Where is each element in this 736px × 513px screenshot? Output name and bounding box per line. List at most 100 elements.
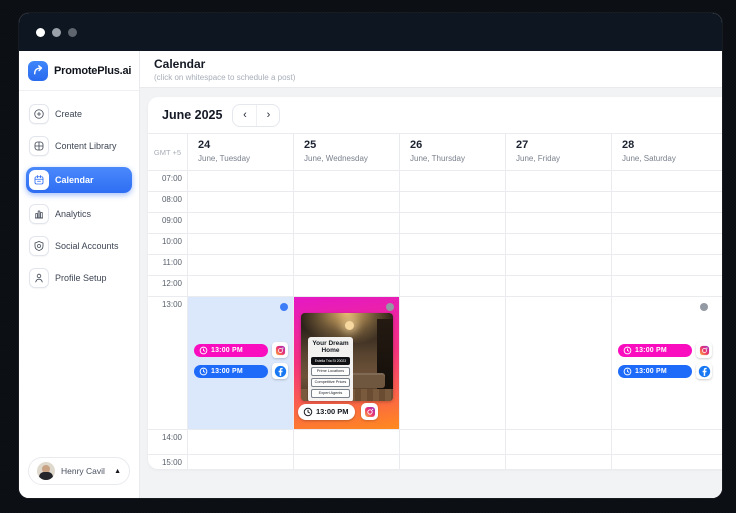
calendar-card: June 2025 ‹ › GMT +5 24 June, Tuesd xyxy=(148,97,722,469)
calendar-cell[interactable] xyxy=(611,234,722,254)
calendar-cell[interactable] xyxy=(187,430,293,454)
event-pill-instagram[interactable]: 13:00 PM xyxy=(194,344,268,357)
facebook-icon[interactable] xyxy=(696,363,712,379)
day-header-27: 27 June, Friday xyxy=(505,134,611,170)
calendar-cell[interactable] xyxy=(187,255,293,275)
calendar-cell[interactable] xyxy=(611,255,722,275)
calendar-cell[interactable] xyxy=(399,213,505,233)
scheduled-dot-icon xyxy=(386,303,394,311)
calendar-cell-tuesday-1300[interactable]: 13:00 PM 1 xyxy=(187,297,293,429)
calendar-cell[interactable] xyxy=(399,276,505,296)
sidebar-item-analytics[interactable]: Analytics xyxy=(26,203,132,225)
calendar-cell[interactable] xyxy=(611,171,722,191)
calendar-cell[interactable] xyxy=(187,276,293,296)
calendar-cell[interactable] xyxy=(399,297,505,429)
prev-month-button[interactable]: ‹ xyxy=(233,105,256,126)
calendar-cell[interactable] xyxy=(505,234,611,254)
time-row-0800: 08:00 xyxy=(148,191,722,212)
calendar-cell[interactable] xyxy=(293,234,399,254)
next-month-button[interactable]: › xyxy=(256,105,279,126)
calendar-cell[interactable] xyxy=(399,171,505,191)
window-control-dot-1[interactable] xyxy=(36,28,45,37)
calendar-cell[interactable] xyxy=(505,297,611,429)
event-row: 13:00 PM xyxy=(194,342,288,358)
event-pill-facebook[interactable]: 13:00 PM xyxy=(618,365,692,378)
calendar-cell[interactable] xyxy=(187,192,293,212)
window-control-dot-3[interactable] xyxy=(68,28,77,37)
instagram-icon[interactable] xyxy=(272,342,288,358)
event-pill-time[interactable]: 13:00 PM xyxy=(298,404,355,420)
month-nav: ‹ › xyxy=(232,104,280,127)
calendar-cell[interactable] xyxy=(505,455,611,469)
time-label: 11:00 xyxy=(148,255,187,275)
time-label: 07:00 xyxy=(148,171,187,191)
post-address-badge: Estella Tria St 20023 xyxy=(311,357,350,365)
calendar-cell[interactable] xyxy=(611,192,722,212)
logo-arrow-icon xyxy=(28,61,48,81)
calendar-cell[interactable] xyxy=(293,455,399,469)
time-row-1200: 12:00 xyxy=(148,275,722,296)
sidebar-item-create[interactable]: Create xyxy=(26,103,132,125)
sidebar-item-profile-setup[interactable]: Profile Setup xyxy=(26,267,132,289)
calendar-cell-saturday-1300[interactable]: 13:00 PM 1 xyxy=(611,297,722,429)
calendar-cell[interactable] xyxy=(505,276,611,296)
day-header-25: 25 June, Wednesday xyxy=(293,134,399,170)
post-feature: Expert Agents xyxy=(311,389,350,398)
sidebar-item-label: Calendar xyxy=(55,175,94,185)
calendar-cell[interactable] xyxy=(293,213,399,233)
event-pill-instagram[interactable]: 13:00 PM xyxy=(618,344,692,357)
calendar-cell[interactable] xyxy=(399,234,505,254)
calendar-cell[interactable] xyxy=(293,276,399,296)
calendar-cell[interactable] xyxy=(187,234,293,254)
time-row-1300: 13:00 13:00 PM xyxy=(148,296,722,429)
time-label: 15:00 xyxy=(148,455,187,469)
event-pill-facebook[interactable]: 13:00 PM xyxy=(194,365,268,378)
event-stack: 13:00 PM 1 xyxy=(194,342,288,379)
time-label: 09:00 xyxy=(148,213,187,233)
app-window: PromotePlus.ai Create xyxy=(19,13,722,498)
sidebar-item-calendar[interactable]: Calendar xyxy=(26,167,132,193)
clock-icon xyxy=(199,346,208,355)
post-overlay-card: Your Dream Home Estella Tria St 20023 Pr… xyxy=(308,337,353,401)
calendar-cell[interactable] xyxy=(611,276,722,296)
sidebar-item-content-library[interactable]: Content Library xyxy=(26,135,132,157)
calendar-cell[interactable] xyxy=(611,213,722,233)
time-row-1500: 15:00 xyxy=(148,454,722,469)
post-preview-image[interactable]: Your Dream Home Estella Tria St 20023 Pr… xyxy=(301,313,393,401)
time-row-0700: 07:00 xyxy=(148,170,722,191)
calendar-cell[interactable] xyxy=(187,213,293,233)
time-label: 10:00 xyxy=(148,234,187,254)
calendar-cell[interactable] xyxy=(293,430,399,454)
event-row: 13:00 PM xyxy=(194,363,288,379)
calendar-cell[interactable] xyxy=(293,171,399,191)
room-sofa-art xyxy=(349,373,385,388)
calendar-cell[interactable] xyxy=(611,455,722,469)
calendar-cell[interactable] xyxy=(187,171,293,191)
calendar-cell[interactable] xyxy=(611,430,722,454)
sidebar-item-social-accounts[interactable]: Social Accounts xyxy=(26,235,132,257)
calendar-cell[interactable] xyxy=(399,255,505,275)
calendar-cell[interactable] xyxy=(293,255,399,275)
calendar-cell[interactable] xyxy=(187,455,293,469)
calendar-cell[interactable] xyxy=(399,455,505,469)
calendar-cell[interactable] xyxy=(505,430,611,454)
calendar-cell[interactable] xyxy=(505,192,611,212)
time-row-1400: 14:00 xyxy=(148,429,722,454)
calendar-cell[interactable] xyxy=(399,192,505,212)
calendar-cell[interactable] xyxy=(399,430,505,454)
instagram-icon[interactable] xyxy=(696,342,712,358)
calendar-cell[interactable] xyxy=(505,171,611,191)
instagram-icon[interactable] xyxy=(361,403,378,420)
facebook-icon[interactable] xyxy=(272,363,288,379)
user-menu[interactable]: Henry Cavil ▲ xyxy=(28,457,130,485)
clock-icon xyxy=(199,367,208,376)
main-area: Calendar (click on whitespace to schedul… xyxy=(140,51,722,498)
calendar-cell[interactable] xyxy=(505,213,611,233)
calendar-cell[interactable] xyxy=(505,255,611,275)
window-control-dot-2[interactable] xyxy=(52,28,61,37)
calendar-icon xyxy=(29,170,49,190)
calendar-content: June 2025 ‹ › GMT +5 24 June, Tuesd xyxy=(140,88,722,498)
calendar-cell-wednesday-1300[interactable]: Your Dream Home Estella Tria St 20023 Pr… xyxy=(293,297,399,429)
calendar-cell[interactable] xyxy=(293,192,399,212)
time-label: 12:00 xyxy=(148,276,187,296)
